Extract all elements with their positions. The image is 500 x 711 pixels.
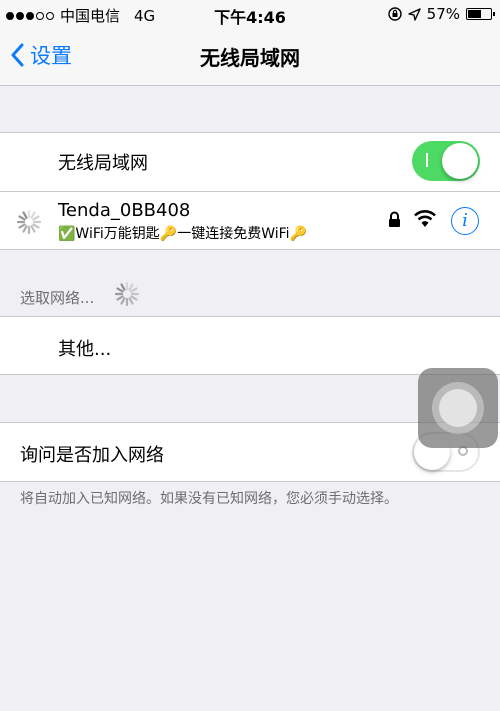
assistive-touch-button[interactable] [418,368,498,448]
spinner-spoke [128,283,134,291]
wifi-icon [414,210,436,227]
status-right: 57% [387,5,495,23]
spinner-spoke [120,283,126,291]
location-icon [407,7,421,21]
network-name: Tenda_0BB408 [58,200,191,221]
spinner-spoke [32,215,40,221]
ask-join-label: 询问是否加入网络 [20,445,164,466]
info-icon[interactable]: i [451,207,479,235]
toggle-on-mark [426,153,428,167]
wifi-toggle-row: 无线局域网 [0,133,500,191]
spinner-spoke [18,223,26,229]
spinner-spoke [130,295,138,301]
loading-spinner-icon [16,209,42,235]
spinner-spoke [116,295,124,301]
spinner-spoke [116,287,124,293]
spinner-spoke [128,297,134,305]
spinner-spoke [30,225,36,233]
spinner-spoke [130,287,138,293]
page-title: 无线局域网 [200,46,300,70]
spinner-spoke [22,225,28,233]
rotation-lock-icon [387,7,402,21]
other-network-row[interactable]: 其他... [0,316,500,375]
lock-icon [389,211,400,227]
wifi-group: 无线局域网 Tenda_0BB408 ✅WiFi万能钥匙🔑一键连接免费WiFi🔑… [0,132,500,250]
spinner-spoke [18,215,26,221]
spinner-spoke [22,211,28,219]
battery-icon [466,8,495,20]
choose-network-label: 选取网络... [20,289,95,307]
spinner-spoke [32,223,40,229]
spinner-spoke [30,211,36,219]
network-subtitle: ✅WiFi万能钥匙🔑一键连接免费WiFi🔑 [58,226,307,242]
loading-spinner-icon [114,281,140,307]
battery-percent: 57% [426,5,460,23]
status-bar: 中国电信 4G 下午4:46 57% [0,0,500,28]
toggle-knob [442,143,478,179]
spinner-spoke [120,297,126,305]
connected-network-row[interactable]: Tenda_0BB408 ✅WiFi万能钥匙🔑一键连接免费WiFi🔑 i [0,192,500,250]
footer-note: 将自动加入已知网络。如果没有已知网络，您必须手动选择。 [20,491,398,507]
wifi-toggle-switch[interactable] [412,141,480,181]
assistive-touch-center [439,389,477,427]
navigation-bar: 设置 无线局域网 [0,28,500,86]
other-label: 其他... [58,339,112,360]
wifi-toggle-label: 无线局域网 [58,153,148,174]
